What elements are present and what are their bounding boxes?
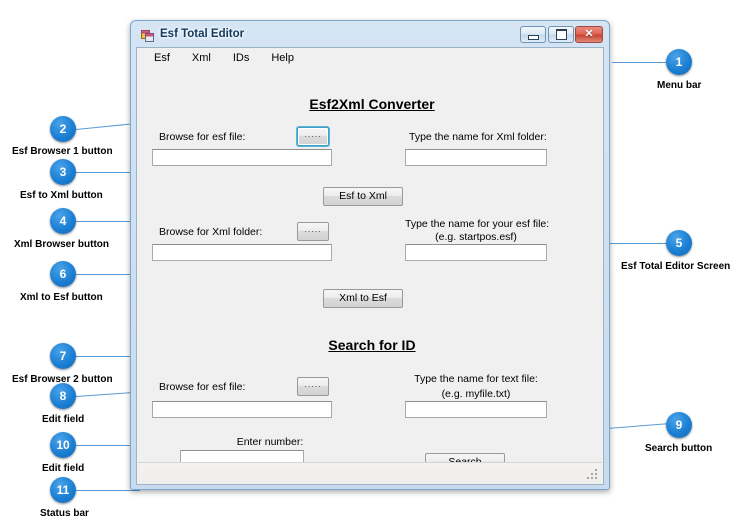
status-bar xyxy=(138,462,602,483)
annotation-label-10: Edit field xyxy=(42,463,85,474)
form-window-icon xyxy=(141,30,154,42)
esf-browser-1-button[interactable]: ..... xyxy=(297,127,329,146)
xml-path-input[interactable] xyxy=(152,244,332,261)
esf-path-1-input[interactable] xyxy=(152,149,332,166)
annotation-label-11: Status bar xyxy=(40,508,89,519)
annotation-badge-3: 3 xyxy=(50,159,76,185)
resize-grip-icon[interactable] xyxy=(587,469,599,481)
xml-browser-button[interactable]: ..... xyxy=(297,222,329,241)
annotation-badge-7: 7 xyxy=(50,343,76,369)
annotation-badge-8: 8 xyxy=(50,383,76,409)
esf-file-name-label-line1: Type the name for your esf file: xyxy=(405,218,550,230)
close-button[interactable]: ✕ xyxy=(575,26,603,43)
annotation-label-8: Edit field xyxy=(42,414,85,425)
annotation-label-3: Esf to Xml button xyxy=(20,190,103,201)
annotation-label-6: Xml to Esf button xyxy=(20,292,103,303)
enter-number-label: Enter number: xyxy=(236,436,304,448)
xml-to-esf-button[interactable]: Xml to Esf xyxy=(323,289,403,308)
window-client-area: Esf Xml IDs Help Esf2Xml Converter Brows… xyxy=(136,47,604,485)
xml-browse-label: Browse for Xml folder: xyxy=(159,226,263,238)
menu-item-esf[interactable]: Esf xyxy=(145,50,179,67)
annotation-badge-11: 11 xyxy=(50,477,76,503)
annotation-badge-10: 10 xyxy=(50,432,76,458)
converter-section-title: Esf2Xml Converter xyxy=(309,96,435,112)
esf-browser-2-button[interactable]: ..... xyxy=(297,377,329,396)
esf-browse-1-label: Browse for esf file: xyxy=(159,131,246,143)
text-file-name-label-line1: Type the name for text file: xyxy=(414,373,538,385)
xml-folder-name-label: Type the name for Xml folder: xyxy=(409,131,547,143)
annotation-label-1: Menu bar xyxy=(657,80,702,91)
window-title: Esf Total Editor xyxy=(160,28,245,40)
minimize-icon xyxy=(527,34,539,40)
annotation-label-2: Esf Browser 1 button xyxy=(12,146,113,157)
esf-to-xml-button[interactable]: Esf to Xml xyxy=(323,187,403,206)
text-file-name-input[interactable] xyxy=(405,401,547,418)
esf-browse-2-label: Browse for esf file: xyxy=(159,381,246,393)
annotation-badge-1: 1 xyxy=(666,49,692,75)
maximize-icon xyxy=(555,29,567,40)
screenshot-canvas: Esf Total Editor ✕ Esf Xml IDs Help Esf2… xyxy=(0,0,735,530)
callout-line-11 xyxy=(76,490,140,491)
close-icon: ✕ xyxy=(584,28,594,40)
menu-item-xml[interactable]: Xml xyxy=(183,50,220,67)
annotation-badge-4: 4 xyxy=(50,208,76,234)
menu-item-ids[interactable]: IDs xyxy=(224,50,259,67)
esf-file-name-input[interactable] xyxy=(405,244,547,261)
annotation-badge-9: 9 xyxy=(666,412,692,438)
annotation-badge-6: 6 xyxy=(50,261,76,287)
esf-file-name-label-line2: (e.g. startpos.esf) xyxy=(435,231,517,243)
annotation-badge-2: 2 xyxy=(50,116,76,142)
text-file-name-label-line2: (e.g. myfile.txt) xyxy=(441,388,511,400)
maximize-button[interactable] xyxy=(548,26,574,43)
xml-folder-name-input[interactable] xyxy=(405,149,547,166)
menu-item-help[interactable]: Help xyxy=(262,50,303,67)
callout-line-5 xyxy=(610,243,668,244)
minimize-button[interactable] xyxy=(520,26,546,43)
title-bar[interactable]: Esf Total Editor ✕ xyxy=(136,25,604,47)
callout-line-1 xyxy=(612,62,668,63)
annotation-label-4: Xml Browser button xyxy=(14,239,110,250)
annotation-badge-5: 5 xyxy=(666,230,692,256)
annotation-label-5: Esf Total Editor Screen xyxy=(621,261,731,272)
esf-path-2-input[interactable] xyxy=(152,401,332,418)
menu-bar[interactable]: Esf Xml IDs Help xyxy=(137,48,603,69)
search-section-title: Search for ID xyxy=(328,337,416,353)
annotation-label-9: Search button xyxy=(645,443,713,454)
esf-total-editor-window[interactable]: Esf Total Editor ✕ Esf Xml IDs Help Esf2… xyxy=(130,20,610,490)
